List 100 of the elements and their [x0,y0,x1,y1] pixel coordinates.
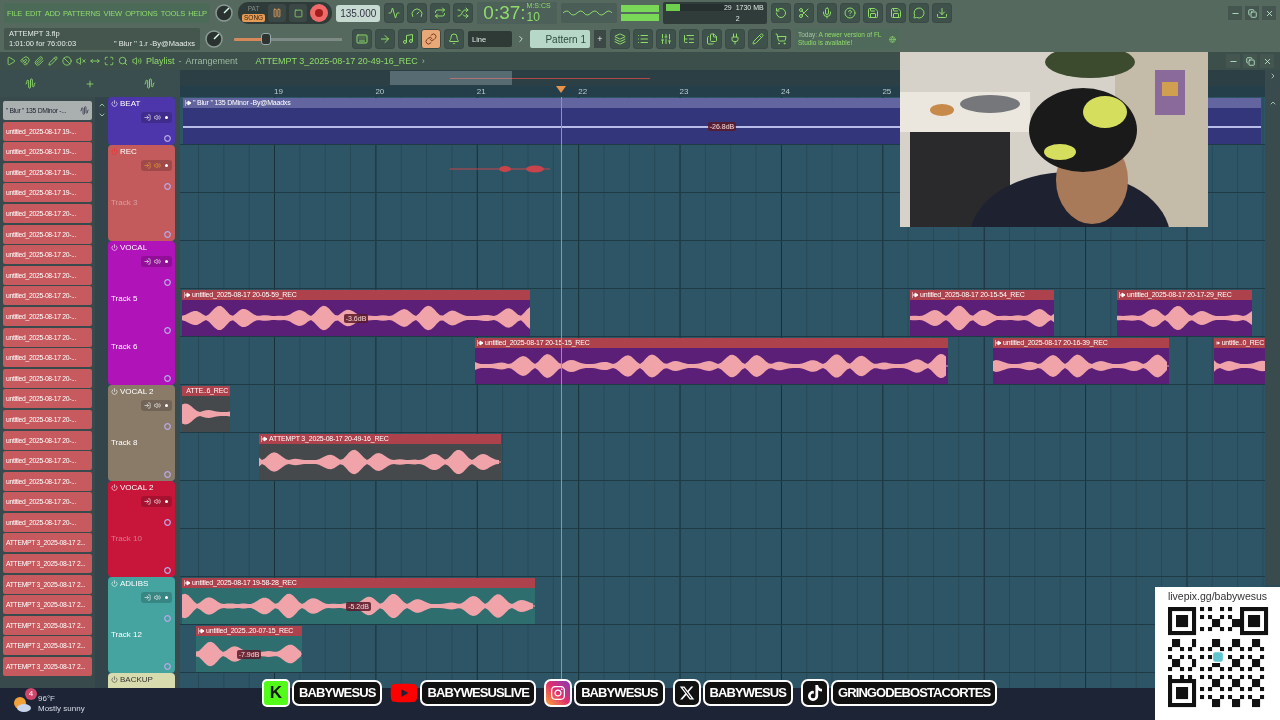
toolbar-button[interactable] [816,3,837,23]
bell-icon [448,33,460,45]
x-logo-icon [672,679,701,707]
input-icon [144,594,151,601]
record-button[interactable] [310,4,329,22]
toolbar-button[interactable] [430,3,451,23]
toolbar-button[interactable] [862,3,883,23]
knob-icon [164,471,171,478]
toolbar-button[interactable] [398,29,418,49]
layers-icon [614,33,626,45]
scroll-down-icon [97,111,106,119]
level-meter-drawing [620,3,659,23]
toolbar-button[interactable] [908,3,929,23]
repeat-icon [434,7,447,19]
keyboard-icon [356,33,368,45]
toolbar-button[interactable] [793,3,814,23]
clip-menu-icon [261,436,267,442]
speaker-icon [154,594,161,601]
stop-icon [293,8,303,18]
pulse-icon [388,7,401,19]
minimize-button[interactable] [1228,6,1242,20]
add-pattern-button[interactable]: + [594,30,606,48]
record-icon [315,9,324,17]
clip-menu-icon [912,292,918,298]
clip-menu-icon [477,340,483,346]
stop-button[interactable] [289,4,308,22]
track-name: VOCAL [120,243,148,252]
music-note-icon [402,33,414,45]
bar-number: 22 [578,86,588,97]
toolbar-button[interactable] [633,29,653,49]
cart-icon [775,33,787,45]
title-separator: - [178,56,182,66]
input-icon [144,114,151,121]
link-icon [425,33,437,45]
toolbar-button[interactable] [839,3,860,23]
play-icon [6,56,16,66]
clip-menu-icon [1216,340,1220,346]
toolbar-button[interactable] [702,29,722,49]
dot-icon [164,594,169,601]
toolbar-button[interactable] [384,3,405,23]
toolbar-button[interactable] [610,29,630,49]
toolbar-button[interactable] [725,29,745,49]
weather-icon [12,694,32,714]
toolbar-button[interactable] [748,29,768,49]
playlist-subtitle: Arrangement [185,56,238,66]
bar-number: 23 [679,86,689,97]
arrow-icon [379,33,391,45]
toolbar-button[interactable] [444,29,464,49]
toolbar-button[interactable] [679,29,699,49]
clip-chevron: › [421,56,425,66]
pencil-icon [752,33,764,45]
restore-button[interactable] [1245,6,1259,20]
expand-icon [104,56,114,66]
restore-button[interactable] [1243,54,1257,68]
input-icon [144,402,151,409]
kick-logo: K [262,679,290,707]
toolbar-button[interactable] [453,3,474,23]
close-button[interactable] [1262,6,1276,20]
toolbar-button[interactable] [656,29,676,49]
pattern-selector[interactable]: Pattern 1 [530,30,590,48]
toolbar-button[interactable] [770,3,791,23]
clip-menu-icon [198,628,204,634]
tempo-field[interactable]: 135.000 [336,4,381,22]
slider-thumb[interactable] [261,33,272,45]
track-name: BEAT [120,99,141,108]
close-icon [1264,8,1274,18]
speaker-icon [154,498,161,505]
social-handle: BABYWESUS [292,680,383,706]
help-icon [843,7,856,19]
globe-icon [889,33,896,45]
knob-icon [204,29,224,49]
toolbar-button[interactable] [407,3,428,23]
clip-menu-icon [995,340,1001,346]
toolbar-button[interactable] [771,29,791,49]
pause-button[interactable] [268,4,287,22]
track-label: Track 8 [111,438,139,447]
track-label: Track 6 [111,342,139,351]
close-icon [1262,56,1272,66]
temperature: 96°F [38,694,56,704]
knob-icon [214,3,234,23]
rotate-arrow-icon [774,7,787,19]
speaker-icon [154,114,161,121]
knob-icon [164,375,171,382]
toolbar-button[interactable] [931,3,952,23]
toolbar-button[interactable] [421,29,441,49]
minimize-button[interactable] [1226,54,1240,68]
toolbar-button[interactable] [375,29,395,49]
track-label: Track 5 [111,294,139,303]
toolbar-button[interactable] [885,3,906,23]
selected-clip-name[interactable]: ATTEMPT 3_2025-08-17 20-49-16_REC [255,56,418,66]
tree-icon [683,33,695,45]
qr-code-icon [1165,605,1270,709]
clip-menu-icon [1119,292,1125,298]
save-icon [889,7,902,19]
social-handle: BABYWESUS [574,680,665,706]
files-icon [706,33,718,45]
toolbar-button[interactable] [352,29,372,49]
speaker-icon [132,56,142,66]
close-button[interactable] [1260,54,1274,68]
waveform-icon [80,106,89,115]
